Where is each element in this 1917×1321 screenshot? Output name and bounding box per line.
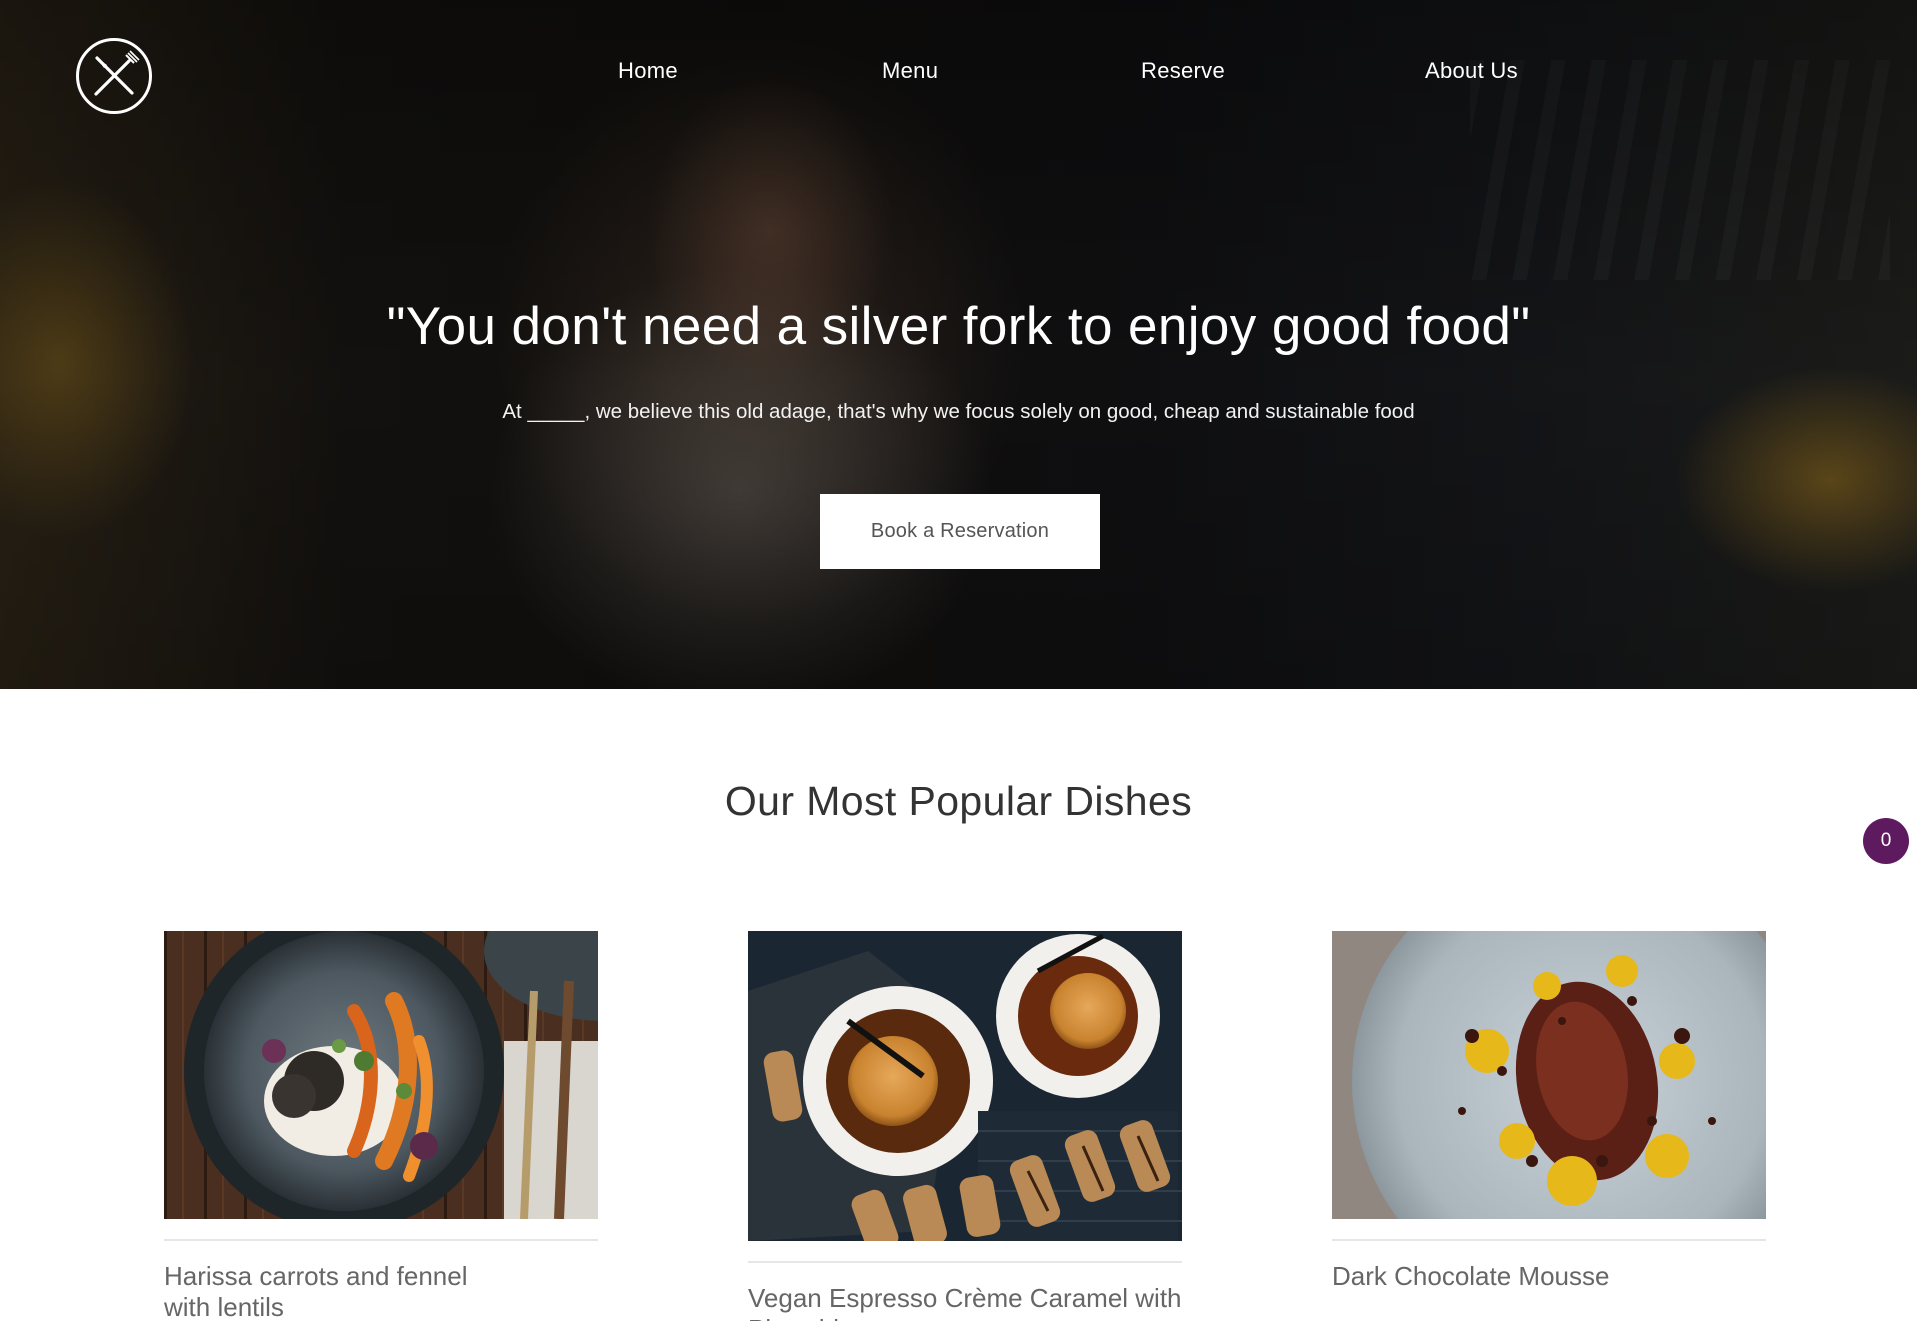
dish-photo bbox=[164, 931, 598, 1219]
nav-reserve[interactable]: Reserve bbox=[1141, 58, 1225, 84]
hero-subtitle: At _____, we believe this old adage, tha… bbox=[502, 400, 1415, 423]
dish-photo bbox=[748, 931, 1182, 1241]
dish-image-chocolate-mousse bbox=[1332, 931, 1766, 1219]
hero-section: Home Menu Reserve About Us "You don't ne… bbox=[0, 0, 1917, 689]
nav-home[interactable]: Home bbox=[618, 58, 678, 84]
book-reservation-button[interactable]: Book a Reservation bbox=[820, 494, 1100, 569]
card-divider bbox=[748, 1261, 1182, 1263]
dish-photo bbox=[1332, 931, 1766, 1219]
main-nav: Home Menu Reserve About Us bbox=[0, 58, 1917, 88]
nav-about-us[interactable]: About Us bbox=[1425, 58, 1518, 84]
dish-card[interactable]: Dark Chocolate Mousse bbox=[1332, 931, 1766, 1292]
dish-card[interactable]: Vegan Espresso Crème Caramel with Pistac… bbox=[748, 931, 1182, 1321]
dish-name: Vegan Espresso Crème Caramel with Pistac… bbox=[748, 1283, 1182, 1321]
dish-image-carrots bbox=[164, 931, 598, 1219]
dish-name: Dark Chocolate Mousse bbox=[1332, 1261, 1610, 1291]
card-divider bbox=[164, 1239, 598, 1241]
cart-count-badge[interactable]: 0 bbox=[1863, 818, 1909, 864]
card-divider bbox=[1332, 1239, 1766, 1241]
popular-dishes-title: Our Most Popular Dishes bbox=[724, 778, 1193, 824]
dish-name: Harissa carrots and fennel with lentils bbox=[164, 1261, 468, 1321]
nav-menu[interactable]: Menu bbox=[882, 58, 938, 84]
dish-image-creme-caramel bbox=[748, 931, 1182, 1241]
hero-quote: "You don't need a silver fork to enjoy g… bbox=[386, 297, 1531, 356]
dish-card[interactable]: Harissa carrots and fennel with lentils bbox=[164, 931, 598, 1321]
